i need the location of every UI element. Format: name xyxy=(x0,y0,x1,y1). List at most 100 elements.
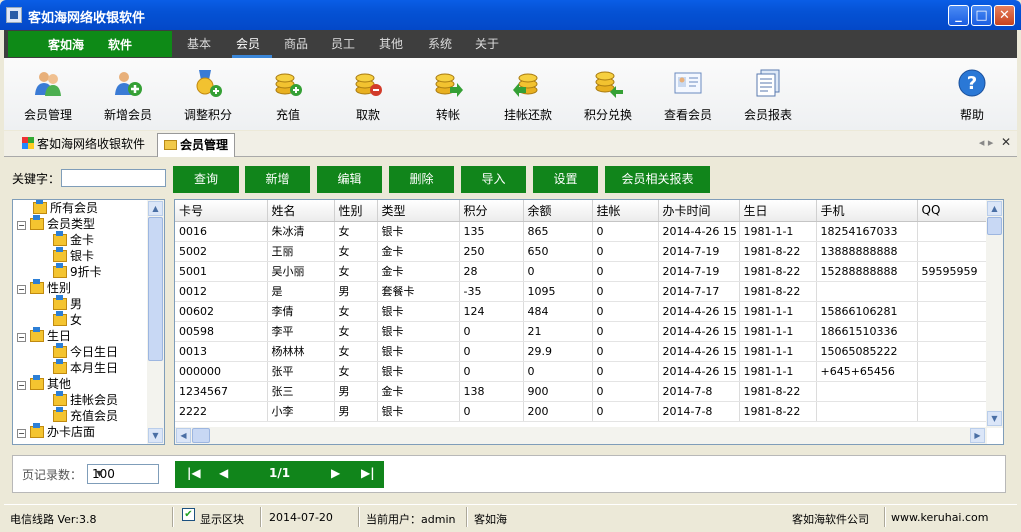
show-block-checkbox[interactable]: ✔ xyxy=(182,508,195,521)
column-header[interactable]: 手机 xyxy=(816,200,918,222)
tree-node-store[interactable]: − 办卡店面 xyxy=(17,423,95,440)
exchange-points-button[interactable]: 积分兑换 xyxy=(570,66,646,128)
column-header[interactable]: 性别 xyxy=(334,200,378,222)
column-header[interactable]: 挂帐 xyxy=(592,200,659,222)
tree-node-other[interactable]: − 其他 xyxy=(17,375,71,392)
tab-member-manage[interactable]: 会员管理 xyxy=(157,133,236,157)
menu-other[interactable]: 其他 xyxy=(379,35,403,52)
menu-member[interactable]: 会员 xyxy=(236,35,260,52)
tree-node-male[interactable]: 男 xyxy=(53,295,82,312)
menu-about[interactable]: 关于 xyxy=(475,35,499,52)
column-header[interactable]: 类型 xyxy=(377,200,460,222)
tree-node-gender[interactable]: − 性别 xyxy=(17,279,71,296)
tree-node-month-birthday[interactable]: 本月生日 xyxy=(53,359,118,376)
add-member-button[interactable]: 新增会员 xyxy=(90,66,166,128)
column-header[interactable]: 姓名 xyxy=(267,200,335,222)
column-header[interactable]: 余额 xyxy=(523,200,593,222)
column-header[interactable]: 生日 xyxy=(739,200,817,222)
page-size-select[interactable]: 100 ▼ xyxy=(87,464,159,484)
withdraw-button[interactable]: 取款 xyxy=(330,66,406,128)
tree-node-credit-members[interactable]: 挂帐会员 xyxy=(53,391,118,408)
tree-node-silver-card[interactable]: 银卡 xyxy=(53,247,94,264)
settings-button[interactable]: 设置 xyxy=(533,166,598,193)
table-row[interactable]: 00602 李倩女银卡 124 484 0 2014-4-26 15 1981-1-1 158… xyxy=(175,301,992,322)
scroll-thumb[interactable] xyxy=(987,217,1002,235)
table-row[interactable]: 2222 小李男银卡 0 200 0 2014-7-8 1981-8-22 xyxy=(175,401,992,422)
chevron-down-icon[interactable]: ▼ xyxy=(92,466,107,482)
table-cell: 套餐卡 xyxy=(377,281,460,302)
column-header[interactable]: 办卡时间 xyxy=(658,200,740,222)
maximize-button[interactable]: □ xyxy=(971,5,992,26)
menu-basic[interactable]: 基本 xyxy=(187,35,211,52)
tree-node-gold-card[interactable]: 金卡 xyxy=(53,231,94,248)
query-button[interactable]: 查询 xyxy=(173,166,239,193)
repay-button[interactable]: 挂帐还款 xyxy=(490,66,566,128)
table-row[interactable]: 00598 李平女银卡 0 21 0 2014-4-26 15 1981-1-1 186615… xyxy=(175,321,992,342)
table-row[interactable]: 0012 是男套餐卡 -35 1095 0 2014-7-17 1981-8-22 xyxy=(175,281,992,302)
table-cell: 138 xyxy=(459,381,524,402)
close-button[interactable]: ✕ xyxy=(994,5,1015,26)
tab-home[interactable]: 客如海网络收银软件 xyxy=(16,133,151,157)
column-header[interactable]: 卡号 xyxy=(175,200,268,222)
column-header[interactable]: 积分 xyxy=(459,200,524,222)
adjust-points-button[interactable]: 调整积分 xyxy=(170,66,246,128)
edit-button[interactable]: 编辑 xyxy=(317,166,382,193)
next-page-icon[interactable]: ▶ xyxy=(331,466,340,480)
tab-prev-icon[interactable]: ◂ xyxy=(979,136,985,149)
minimize-button[interactable]: _ xyxy=(948,5,969,26)
member-manage-button[interactable]: 会员管理 xyxy=(10,66,86,128)
view-member-button[interactable]: 查看会员 xyxy=(650,66,726,128)
table-cell: 0 xyxy=(592,401,659,422)
keyword-input[interactable] xyxy=(61,169,166,187)
collapse-icon[interactable]: − xyxy=(17,381,26,390)
table-row[interactable]: 0016 朱冰清女银卡 135 865 0 2014-4-26 15 1981-1-1 182… xyxy=(175,221,992,242)
table-row[interactable]: 1234567 张三男金卡 138 900 0 2014-7-8 1981-8-22 xyxy=(175,381,992,402)
table-row[interactable]: 0013 杨林林女银卡 0 29.9 0 2014-4-26 15 1981-1-1 1506… xyxy=(175,341,992,362)
tree-node-today-birthday[interactable]: 今日生日 xyxy=(53,343,118,360)
table-cell: 吴小丽 xyxy=(267,261,335,282)
transfer-button[interactable]: 转帐 xyxy=(410,66,486,128)
tab-close-icon[interactable]: ✕ xyxy=(1001,135,1011,149)
scroll-thumb[interactable] xyxy=(148,217,163,361)
grid-horizontal-scrollbar[interactable]: ◀ ▶ xyxy=(175,427,987,444)
table-row[interactable]: 5001 吴小丽女金卡 28 0 0 2014-7-19 1981-8-22 15288888… xyxy=(175,261,992,282)
tree-node-all[interactable]: 所有会员 xyxy=(33,200,98,216)
last-page-icon[interactable]: ▶| xyxy=(361,466,375,480)
menu-staff[interactable]: 员工 xyxy=(331,35,355,52)
folder-icon xyxy=(53,391,67,406)
menu-system[interactable]: 系统 xyxy=(428,35,452,52)
table-row[interactable]: 000000 张平女银卡 0 0 0 2014-4-26 15 1981-1-1 +645+6… xyxy=(175,361,992,382)
grid-vertical-scrollbar[interactable]: ▲ ▼ xyxy=(986,200,1003,428)
prev-page-icon[interactable]: ◀ xyxy=(219,466,228,480)
add-button[interactable]: 新增 xyxy=(245,166,310,193)
tab-next-icon[interactable]: ▸ xyxy=(988,136,994,149)
tree-node-card-type[interactable]: − 会员类型 xyxy=(17,215,95,232)
scroll-thumb[interactable] xyxy=(192,428,210,443)
column-header[interactable]: QQ xyxy=(917,200,992,222)
tree-node-discount-card[interactable]: 9折卡 xyxy=(53,263,102,280)
collapse-icon[interactable]: − xyxy=(17,285,26,294)
first-page-icon[interactable]: |◀ xyxy=(187,466,201,480)
collapse-icon[interactable]: − xyxy=(17,333,26,342)
collapse-icon[interactable]: − xyxy=(17,221,26,230)
help-button[interactable]: ? 帮助 xyxy=(934,66,1010,128)
scroll-left-icon[interactable]: ◀ xyxy=(176,428,191,443)
tree-node-female[interactable]: 女 xyxy=(53,311,82,328)
menu-goods[interactable]: 商品 xyxy=(284,35,308,52)
table-cell: 5002 xyxy=(175,241,268,262)
delete-button[interactable]: 删除 xyxy=(389,166,454,193)
member-reports-button[interactable]: 会员相关报表 xyxy=(605,166,710,193)
tree-node-birthday[interactable]: − 生日 xyxy=(17,327,71,344)
scroll-up-icon[interactable]: ▲ xyxy=(148,201,163,216)
recharge-button[interactable]: 充值 xyxy=(250,66,326,128)
scroll-down-icon[interactable]: ▼ xyxy=(148,428,163,443)
scroll-up-icon[interactable]: ▲ xyxy=(987,201,1002,216)
scroll-right-icon[interactable]: ▶ xyxy=(970,428,985,443)
import-button[interactable]: 导入 xyxy=(461,166,526,193)
tree-node-recharge-members[interactable]: 充值会员 xyxy=(53,407,118,424)
collapse-icon[interactable]: − xyxy=(17,429,26,438)
member-report-button[interactable]: 会员报表 xyxy=(730,66,806,128)
tree-scrollbar[interactable]: ▲ ▼ xyxy=(147,200,164,444)
table-row[interactable]: 5002 王丽女金卡 250 650 0 2014-7-19 1981-8-22 138888… xyxy=(175,241,992,262)
scroll-down-icon[interactable]: ▼ xyxy=(987,411,1002,426)
